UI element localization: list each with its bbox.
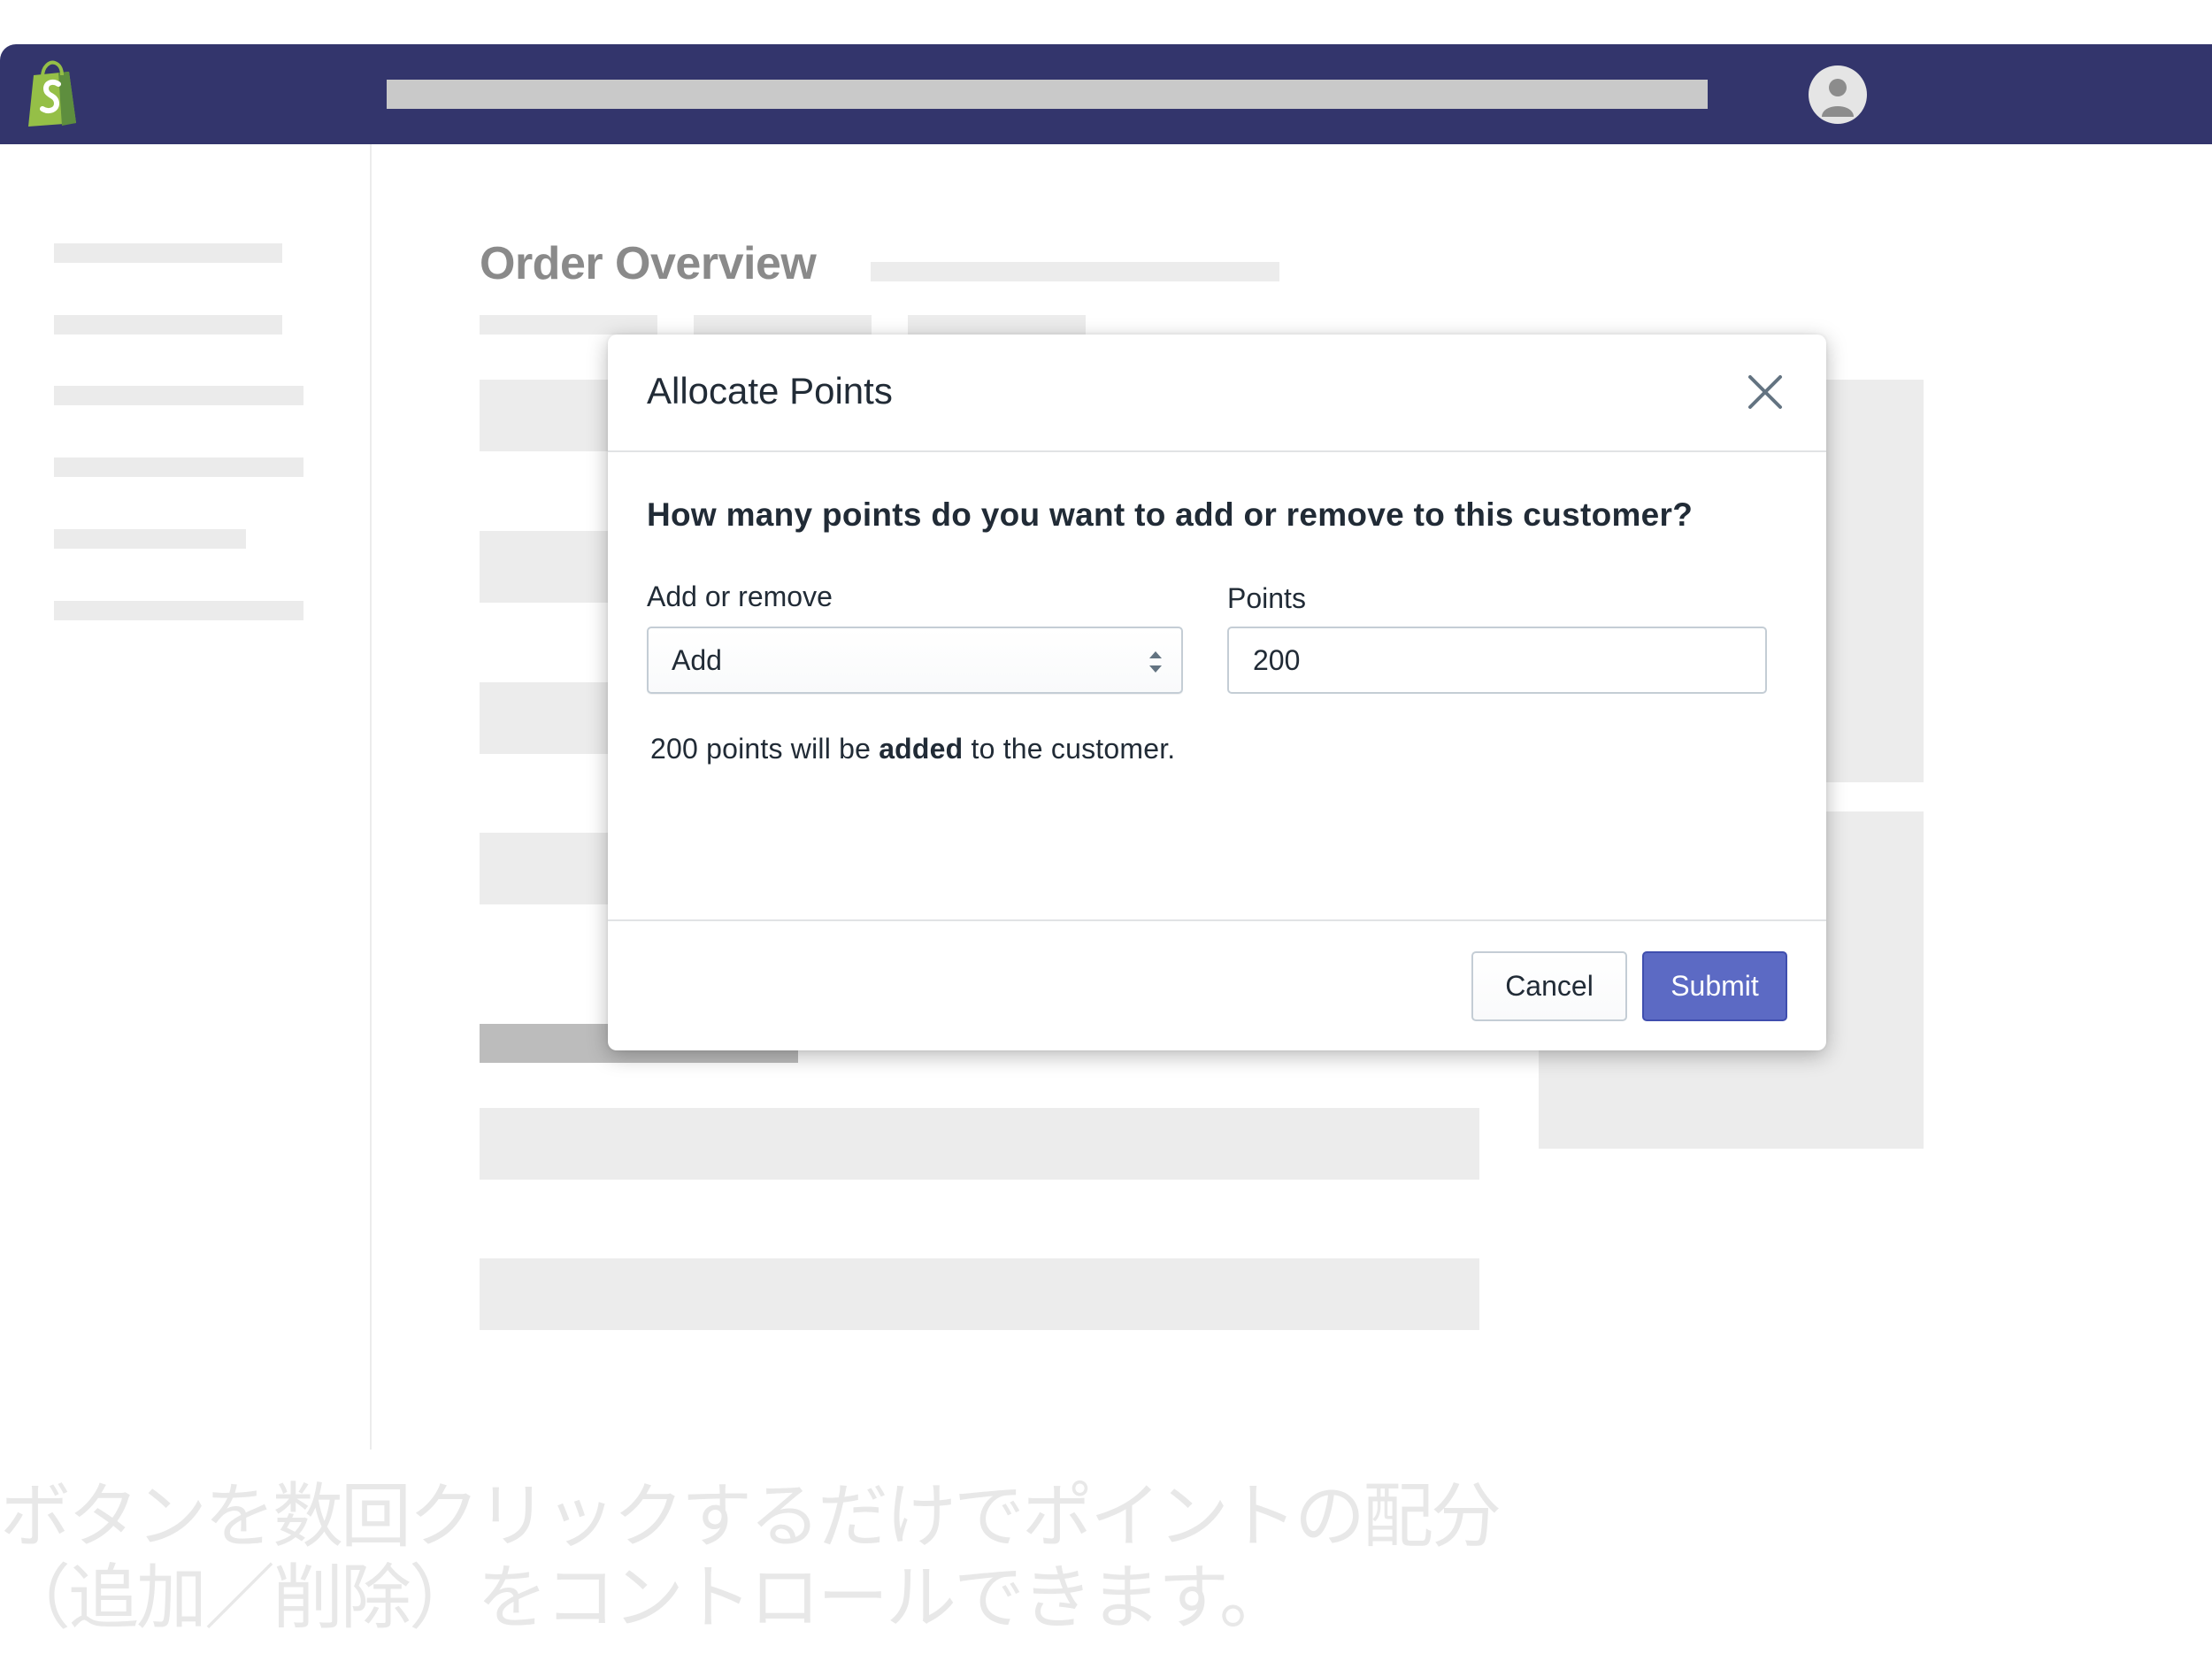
shopify-bag-logo-icon[interactable] (23, 59, 81, 127)
add-remove-selected-value: Add (672, 644, 722, 676)
modal-title: Allocate Points (647, 370, 893, 411)
top-bar (0, 44, 2212, 144)
sidebar-placeholder-line[interactable] (54, 243, 282, 263)
sidebar-placeholder-line[interactable] (54, 601, 303, 620)
sidebar-placeholder-line[interactable] (54, 529, 246, 549)
tab-placeholder[interactable] (694, 315, 872, 335)
sidebar-placeholder-line[interactable] (54, 386, 303, 405)
caption-line-2: （追加／削除）をコントロールできます。 (0, 1557, 1290, 1639)
sidebar-divider (370, 144, 372, 1450)
select-arrows-icon (1147, 648, 1164, 676)
title-placeholder-line (871, 262, 1279, 281)
sidebar-placeholder-line[interactable] (54, 458, 303, 477)
close-icon[interactable] (1743, 370, 1787, 414)
app-page: Order Overview Allocate Points How many … (0, 0, 2212, 1669)
allocate-points-modal: Allocate Points How many points do you w… (608, 335, 1826, 1050)
feature-caption: ボタンを数回クリックするだけでポイントの配分 （追加／削除）をコントロールできます… (0, 1476, 1504, 1639)
search-bar[interactable] (387, 80, 1708, 109)
content-placeholder-block (480, 380, 621, 451)
user-avatar-icon[interactable] (1809, 65, 1867, 124)
summary-emphasis: added (879, 733, 964, 765)
caption-line-1: ボタンを数回クリックするだけでポイントの配分 (0, 1475, 1502, 1557)
submit-button[interactable]: Submit (1642, 951, 1787, 1021)
content-placeholder-block (480, 531, 621, 603)
modal-header: Allocate Points (608, 335, 1826, 452)
modal-footer: Cancel Submit (608, 919, 1826, 1052)
tab-placeholder[interactable] (908, 315, 1086, 335)
content-placeholder-row (480, 1258, 1479, 1330)
points-label: Points (1227, 582, 1306, 614)
add-remove-label: Add or remove (647, 581, 833, 612)
cancel-button[interactable]: Cancel (1471, 951, 1627, 1021)
sidebar-placeholder-line[interactable] (54, 315, 282, 335)
add-remove-select[interactable]: Add (647, 627, 1183, 694)
summary-prefix: 200 points will be (650, 733, 872, 765)
summary-suffix: to the customer. (971, 733, 1176, 765)
content-placeholder-row (480, 1108, 1479, 1180)
points-input[interactable] (1227, 627, 1767, 694)
content-placeholder-block (480, 833, 621, 904)
page-title: Order Overview (480, 238, 817, 289)
content-placeholder-block (480, 682, 621, 754)
points-summary: 200 points will be added to the customer… (650, 733, 1175, 765)
tab-placeholder[interactable] (480, 315, 657, 335)
points-question: How many points do you want to add or re… (647, 496, 1694, 533)
